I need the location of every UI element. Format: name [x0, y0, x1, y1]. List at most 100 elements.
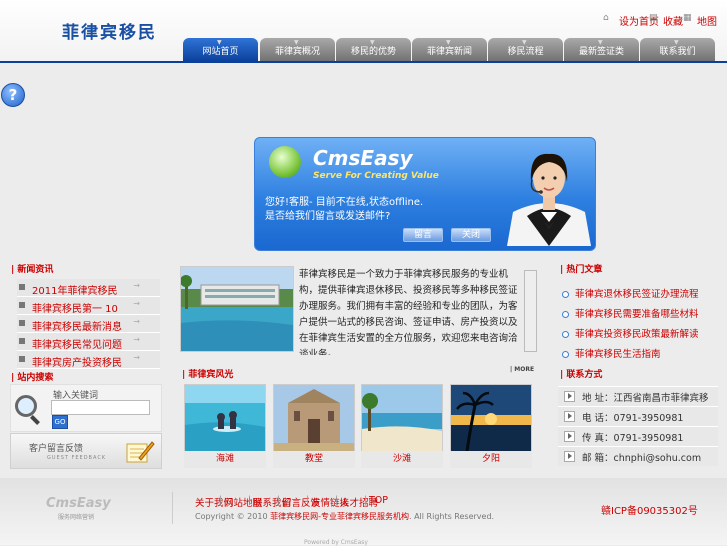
photo-caption[interactable]: 沙滩: [361, 451, 443, 468]
help-icon[interactable]: ?: [1, 83, 25, 107]
bullet-icon: [562, 351, 569, 358]
photo-thumbnail[interactable]: [361, 384, 443, 452]
footer-separator: |: [248, 495, 252, 506]
hot-article-link[interactable]: 菲律宾退休移民签证办理流程: [562, 286, 699, 300]
nav-indicator-icon: ▼: [370, 39, 375, 46]
search-section-title: | 站内搜索: [11, 373, 54, 383]
arrow-icon: →: [133, 299, 140, 308]
nav-tab-news[interactable]: ▼ 菲律宾新闻: [412, 38, 487, 62]
nav-tab-visa[interactable]: ▼ 最新签证类: [564, 38, 639, 62]
about-us-text: 菲律宾移民是一个致力于菲律宾移民服务的专业机构，提供菲律宾退休移民、投资移民等多…: [299, 269, 518, 355]
play-icon: [564, 431, 575, 442]
photos-section-title: | 菲律宾风光: [182, 370, 234, 380]
sitemap-link[interactable]: 地图: [697, 13, 717, 28]
news-list-item[interactable]: 菲律宾房产投资移民 →: [17, 351, 160, 369]
footer-link-top[interactable]: TOP: [369, 495, 388, 506]
nav-indicator-icon: ▼: [522, 39, 527, 46]
contact-row: 传 真：0791-3950981: [558, 426, 718, 446]
hot-article-link[interactable]: 菲律宾移民需要准备哪些材料: [562, 306, 699, 320]
play-icon: [564, 411, 575, 422]
footer-logo-subtitle: 服务网络营销: [58, 514, 95, 521]
footer-logo[interactable]: CmsEasy: [46, 496, 111, 511]
footer: CmsEasy 服务网络营销 关于我们 | 网站地图 | 联系我们 | 留言反馈…: [0, 478, 727, 546]
arrow-icon: →: [133, 317, 140, 326]
bullet-icon: [562, 331, 569, 338]
customer-service-agent-image: [507, 153, 591, 246]
nav-underline: [0, 61, 727, 63]
nav-indicator-icon: ▼: [598, 39, 603, 46]
bookmark-link[interactable]: 收藏: [663, 13, 683, 28]
bullet-icon: [562, 311, 569, 318]
news-list-item[interactable]: 菲律宾移民常见问题 →: [17, 333, 160, 351]
photo-caption[interactable]: 夕阳: [450, 451, 532, 468]
contact-row: 电 话：0791-3950981: [558, 406, 718, 426]
contact-row: 地 址：江西省南昌市菲律宾移民: [558, 386, 718, 418]
dialog-message: 您好!客服- 目前不在线,状态offline.: [265, 197, 424, 208]
more-link[interactable]: | MORE: [510, 366, 534, 373]
cms-logo: CmsEasy: [313, 146, 413, 170]
feedback-subtitle: GUEST FEEDBACK: [47, 455, 107, 461]
play-icon: [564, 391, 575, 402]
search-input[interactable]: [51, 400, 150, 415]
arrow-icon: →: [133, 281, 140, 290]
footer-separator: |: [277, 495, 281, 506]
bookmark-icon: ▤: [649, 13, 658, 23]
cms-slogan: Serve For Creating Value: [313, 171, 439, 181]
bullet-icon: [19, 302, 25, 308]
online-service-dialog: CmsEasy Serve For Creating Value 您好!客服- …: [254, 137, 596, 251]
nav-tab-process[interactable]: ▼ 移民流程: [488, 38, 563, 62]
photo-thumbnail[interactable]: [273, 384, 355, 452]
bullet-icon: [19, 338, 25, 344]
copyright-company-link[interactable]: 菲律宾移民网-专业菲律宾移民服务机构: [270, 512, 409, 521]
bullet-icon: [19, 320, 25, 326]
footer-separator: |: [306, 495, 310, 506]
main-nav: ▼ 网站首页 ▼ 菲律宾概况 ▼ 移民的优势 ▼ 菲律宾新闻 ▼ 移民流程 ▼ 最新签证类 …: [183, 38, 727, 62]
bullet-icon: [562, 291, 569, 298]
contact-section-title: | 联系方式: [560, 370, 603, 380]
hot-article-link[interactable]: 菲律宾移民生活指南: [562, 346, 661, 360]
news-list-item[interactable]: 2011年菲律宾移民 →: [17, 279, 160, 297]
nav-indicator-icon: ▼: [294, 39, 299, 46]
nav-tab-advantages[interactable]: ▼ 移民的优势: [336, 38, 411, 62]
play-icon: [564, 451, 575, 462]
nav-tab-home[interactable]: ▼ 网站首页: [183, 38, 258, 62]
nav-indicator-icon: ▼: [217, 39, 222, 46]
news-section-title: | 新闻资讯: [11, 265, 54, 275]
sitemap-icon: ▦: [683, 13, 692, 23]
leave-message-button[interactable]: 留言: [403, 228, 443, 242]
bullet-icon: [19, 356, 25, 362]
nav-tab-contact[interactable]: ▼ 联系我们: [640, 38, 715, 62]
footer-separator: |: [219, 495, 223, 506]
arrow-icon: →: [133, 353, 140, 362]
hot-section-title: | 热门文章: [560, 265, 603, 275]
close-dialog-button[interactable]: 关闭: [451, 228, 491, 242]
bullet-icon: [19, 284, 25, 290]
company-building-image: [180, 266, 294, 352]
search-go-button[interactable]: GO: [52, 415, 68, 429]
magnifier-icon: [15, 395, 37, 417]
photo-thumbnail[interactable]: [184, 384, 266, 452]
feedback-banner[interactable]: 客户留言反馈 GUEST FEEDBACK: [10, 433, 162, 469]
home-icon: ⌂: [603, 13, 609, 23]
dialog-question: 是否给我们留言或发送邮件?: [265, 211, 391, 222]
about-scrollbar[interactable]: [524, 270, 537, 352]
news-list-item[interactable]: 菲律宾移民第一 10 →: [17, 297, 160, 315]
photo-caption[interactable]: 教堂: [273, 451, 355, 468]
site-logo[interactable]: 菲律宾移民: [62, 18, 157, 43]
footer-separator: |: [335, 495, 339, 506]
feedback-title: 客户留言反馈: [29, 444, 84, 454]
icp-license-link[interactable]: 赣ICP备09035302号: [601, 502, 698, 517]
hot-article-link[interactable]: 菲律宾投资移民政策最新解读: [562, 326, 699, 340]
nav-indicator-icon: ▼: [674, 39, 679, 46]
contact-row: 邮 箱：chnphi@sohu.com: [558, 446, 718, 466]
globe-icon: [269, 146, 301, 178]
footer-separator: |: [364, 495, 368, 506]
notepad-pencil-icon: [126, 441, 155, 463]
copyright: Copyright © 2010 菲律宾移民网-专业菲律宾移民服务机构. All…: [195, 512, 495, 521]
footer-divider: [172, 492, 173, 524]
photo-thumbnail[interactable]: [450, 384, 532, 452]
news-list-item[interactable]: 菲律宾移民最新消息 →: [17, 315, 160, 333]
nav-tab-overview[interactable]: ▼ 菲律宾概况: [260, 38, 335, 62]
nav-indicator-icon: ▼: [446, 39, 451, 46]
photo-caption[interactable]: 海滩: [184, 451, 266, 468]
